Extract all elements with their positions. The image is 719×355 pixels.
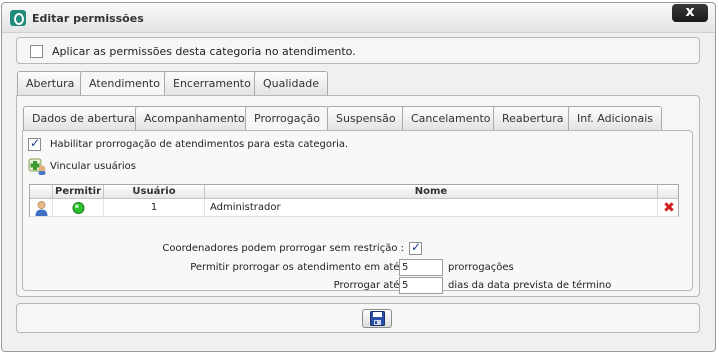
- subtab-reabertura[interactable]: Reabertura: [493, 106, 573, 130]
- col-permitir: Permitir: [53, 185, 104, 199]
- col-icon: [30, 185, 53, 199]
- usuario-cell: 1: [104, 199, 205, 217]
- subtab-label: Cancelamento: [411, 112, 491, 125]
- table-row[interactable]: 1 Administrador ✖: [30, 199, 678, 217]
- max-extensions-label: Permitir prorrogar os atendimento em até…: [190, 262, 406, 273]
- tab-atendimento-label: Atendimento: [89, 77, 160, 90]
- apply-panel: Aplicar as permissões desta categoria no…: [16, 37, 700, 64]
- extend-days-suffix: dias da data prevista de término: [448, 280, 612, 291]
- permitir-status-icon[interactable]: [53, 199, 104, 217]
- subtab-prorrogacao[interactable]: Prorrogação: [245, 106, 330, 131]
- max-extensions-input[interactable]: 5: [399, 259, 443, 276]
- subtab-cancelamento[interactable]: Cancelamento: [402, 106, 500, 130]
- tab-qualidade-label: Qualidade: [263, 77, 319, 90]
- subtab-acompanhamento[interactable]: Acompanhamento: [135, 106, 254, 130]
- subtab-label: Dados de abertura: [32, 112, 135, 125]
- tab-qualidade[interactable]: Qualidade: [254, 71, 328, 95]
- save-button[interactable]: [362, 309, 392, 328]
- tab-encerramento-label: Encerramento: [173, 77, 251, 90]
- tab-encerramento[interactable]: Encerramento: [164, 71, 260, 95]
- enable-extension-checkbox[interactable]: [28, 136, 41, 151]
- nome-cell: Administrador: [205, 199, 658, 217]
- tab-abertura[interactable]: Abertura: [17, 71, 84, 95]
- footer-panel: [16, 303, 700, 333]
- tab-atendimento[interactable]: Atendimento: [80, 71, 169, 96]
- col-usuario: Usuário: [104, 185, 205, 199]
- extend-days-label: Prorrogar até :: [333, 280, 406, 291]
- subtab-label: Suspensão: [336, 112, 396, 125]
- subtab-dados-abertura[interactable]: Dados de abertura: [23, 106, 144, 130]
- coordinators-label: Coordenadores podem prorrogar sem restri…: [162, 243, 404, 254]
- add-users-icon: [28, 157, 47, 178]
- link-users-label: Vincular usuários: [50, 161, 137, 172]
- prorrogacao-panel: Habilitar prorrogação de atendimentos pa…: [22, 130, 693, 294]
- subtab-suspensao[interactable]: Suspensão: [327, 106, 405, 130]
- extend-days-input[interactable]: 5: [399, 277, 443, 294]
- subtab-label: Reabertura: [502, 112, 564, 125]
- dialog-title: Editar permissões: [32, 12, 144, 25]
- app-logo-icon: [10, 10, 26, 26]
- users-grid-header: Permitir Usuário Nome: [30, 185, 678, 199]
- col-actions: [658, 185, 680, 199]
- col-nome: Nome: [205, 185, 658, 199]
- close-button[interactable]: x: [672, 4, 708, 22]
- atendimento-panel: Dados de abertura Acompanhamento Prorrog…: [16, 95, 700, 297]
- user-icon: [30, 199, 53, 217]
- enable-extension-label: Habilitar prorrogação de atendimentos pa…: [50, 139, 349, 150]
- permissions-dialog: Editar permissões x Aplicar as permissõe…: [1, 2, 716, 352]
- max-extensions-suffix: prorrogações: [448, 262, 514, 273]
- save-icon: [370, 311, 385, 329]
- subtab-label: Inf. Adicionais: [577, 112, 653, 125]
- subtab-label: Acompanhamento: [144, 112, 245, 125]
- subtab-label: Prorrogação: [254, 112, 321, 125]
- link-users-button[interactable]: Vincular usuários: [28, 157, 158, 175]
- apply-all-label: Aplicar as permissões desta categoria no…: [52, 45, 356, 58]
- apply-all-checkbox[interactable]: [30, 45, 43, 58]
- users-grid: Permitir Usuário Nome 1 Administrador ✖: [29, 184, 679, 217]
- title-bar: Editar permissões x: [2, 3, 715, 33]
- tab-abertura-label: Abertura: [26, 77, 75, 90]
- coordinators-checkbox[interactable]: [409, 240, 422, 255]
- delete-icon[interactable]: ✖: [658, 199, 680, 217]
- subtab-inf-adicionais[interactable]: Inf. Adicionais: [568, 106, 662, 130]
